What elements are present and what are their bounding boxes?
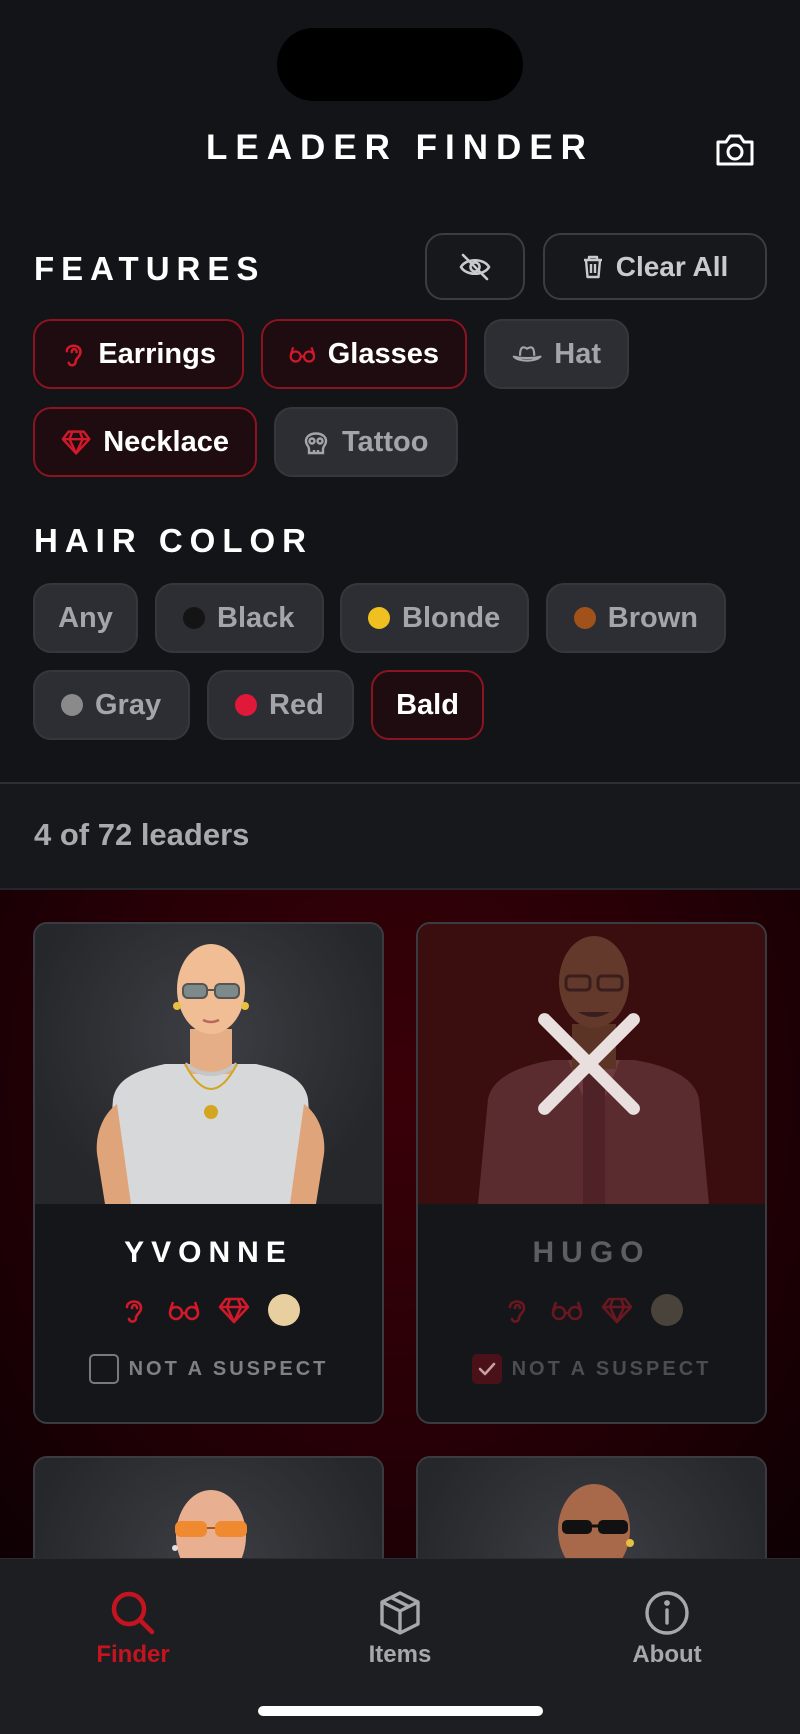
chip-glasses-label: Glasses (327, 337, 439, 370)
search-icon (111, 1591, 155, 1635)
trash-icon (583, 255, 602, 278)
hair-option-blonde-label: Blonde (402, 601, 501, 634)
hair-option-brown[interactable]: Brown (546, 583, 726, 653)
not-suspect-checkbox[interactable] (88, 1354, 119, 1384)
leader-card[interactable] (33, 1456, 384, 1560)
hair-option-black[interactable]: Black (155, 583, 324, 653)
glasses-icon (551, 1294, 583, 1326)
hair-option-black-label: Black (217, 601, 295, 634)
hair-color-swatch (650, 1294, 683, 1326)
app-header: LEADER FINDER (0, 120, 800, 180)
hair-color-swatch (267, 1294, 300, 1326)
hair-option-gray[interactable]: Gray (33, 670, 190, 740)
not-suspect-toggle[interactable]: NOT A SUSPECT (35, 1354, 382, 1384)
camera-icon (716, 134, 754, 166)
not-suspect-label: NOT A SUSPECT (511, 1357, 712, 1380)
chip-tattoo[interactable]: Tattoo (274, 407, 458, 477)
chip-necklace[interactable]: Necklace (33, 407, 257, 477)
chip-glasses[interactable]: Glasses (261, 319, 467, 389)
leader-portrait (418, 1458, 765, 1560)
hat-icon (512, 346, 542, 362)
leader-feature-icons (35, 1294, 382, 1326)
hair-swatch-brown (574, 607, 596, 629)
leader-card[interactable] (416, 1456, 767, 1560)
box-icon (380, 1591, 420, 1635)
chip-necklace-label: Necklace (103, 425, 229, 458)
hair-option-brown-label: Brown (607, 601, 698, 634)
hair-option-any-label: Any (58, 601, 113, 634)
tab-items-label: Items (368, 1641, 432, 1668)
not-suspect-checkbox[interactable] (471, 1354, 502, 1384)
ear-icon (118, 1294, 150, 1326)
tab-finder-label: Finder (96, 1641, 170, 1668)
not-suspect-label: NOT A SUSPECT (128, 1357, 329, 1380)
leader-portrait (35, 1458, 382, 1560)
hair-color-heading: HAIR COLOR (34, 522, 313, 559)
gem-icon (218, 1294, 250, 1326)
tab-about[interactable]: About (587, 1589, 747, 1669)
leader-info: HUGO NOT A SUSPECT (418, 1204, 765, 1422)
app-title: LEADER FINDER (206, 128, 594, 167)
hair-swatch-black (183, 607, 205, 629)
leader-card[interactable]: YVONNE NOT A SUSPECT (33, 922, 384, 1424)
hair-swatch-blonde (368, 607, 390, 629)
glasses-icon (168, 1294, 200, 1326)
leader-name: YVONNE (124, 1236, 293, 1269)
hair-option-bald[interactable]: Bald (371, 670, 484, 740)
glasses-icon (289, 346, 316, 363)
toggle-visibility-button[interactable] (425, 233, 525, 300)
leader-portrait (35, 924, 382, 1204)
gem-icon (61, 430, 91, 455)
skull-icon (304, 432, 328, 455)
clear-all-button[interactable]: Clear All (543, 233, 767, 300)
ear-icon (65, 344, 82, 367)
tab-finder[interactable]: Finder (53, 1589, 213, 1669)
eye-slash-icon (459, 253, 491, 280)
hair-swatch-red (235, 694, 257, 716)
chip-earrings-label: Earrings (98, 337, 216, 370)
checkmark-icon (478, 1362, 495, 1376)
hair-option-bald-label: Bald (396, 688, 459, 721)
dynamic-island (277, 28, 523, 101)
hair-option-blonde[interactable]: Blonde (340, 583, 529, 653)
hair-option-red[interactable]: Red (207, 670, 354, 740)
home-indicator (258, 1706, 543, 1716)
results-count: 4 of 72 leaders (34, 817, 250, 852)
leader-info: YVONNE NOT A SUSPECT (35, 1204, 382, 1422)
hair-option-red-label: Red (269, 688, 324, 721)
chip-hat-label: Hat (554, 337, 601, 370)
gem-icon (601, 1294, 633, 1326)
leader-card[interactable]: HUGO NOT A SUSPECT (416, 922, 767, 1424)
leader-name: HUGO (532, 1236, 651, 1269)
tab-about-label: About (632, 1641, 702, 1668)
results-grid: YVONNE NOT A SUSPECT HUGO NOT A SUSPECT (0, 890, 800, 1560)
camera-button[interactable] (710, 128, 760, 172)
leader-portrait (418, 924, 765, 1204)
info-icon (645, 1591, 689, 1635)
chip-earrings[interactable]: Earrings (33, 319, 244, 389)
not-suspect-toggle[interactable]: NOT A SUSPECT (418, 1354, 765, 1384)
clear-all-label: Clear All (615, 250, 729, 282)
ear-icon (501, 1294, 533, 1326)
hair-option-any[interactable]: Any (33, 583, 138, 653)
chip-tattoo-label: Tattoo (342, 425, 429, 458)
leader-feature-icons (418, 1294, 765, 1326)
tab-items[interactable]: Items (320, 1589, 480, 1669)
eliminated-x-icon (538, 1013, 640, 1115)
hair-option-gray-label: Gray (95, 688, 162, 721)
results-count-bar: 4 of 72 leaders (0, 784, 800, 888)
chip-hat[interactable]: Hat (484, 319, 629, 389)
features-heading: FEATURES (34, 250, 266, 287)
hair-swatch-gray (61, 694, 83, 716)
